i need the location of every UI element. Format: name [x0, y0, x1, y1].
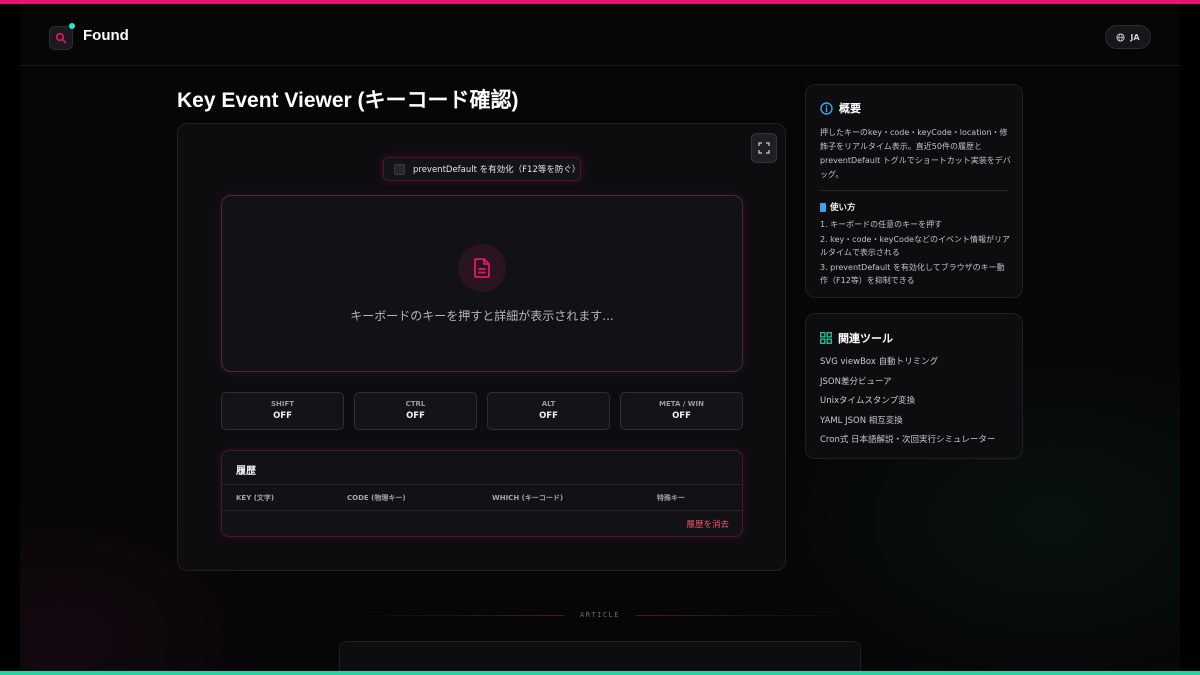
related-tool-link[interactable]: JSON差分ビューア [820, 375, 995, 395]
modifier-state: OFF [406, 411, 425, 421]
tool-card: preventDefault を有効化（F12等を防ぐ） キーボードのキーを押す… [177, 123, 786, 571]
language-label: JA [1130, 32, 1140, 42]
modifier-meta: META / WIN OFF [620, 392, 743, 430]
divider [222, 510, 742, 511]
related-tool-link[interactable]: YAML JSON 相互変換 [820, 414, 995, 434]
related-tools-card: 関連ツール SVG viewBox 自動トリミング JSON差分ビューア Uni… [805, 313, 1023, 459]
modifier-ctrl: CTRL OFF [354, 392, 477, 430]
article-divider-right [636, 615, 850, 616]
usage-step: 1. キーボードの任意のキーを押す [820, 220, 943, 229]
modifier-shift: SHIFT OFF [221, 392, 344, 430]
prevent-default-toggle[interactable]: preventDefault を有効化（F12等を防ぐ） [383, 157, 581, 181]
related-tools-title: 関連ツール [838, 332, 893, 345]
usage-step: 3. preventDefault を有効化してブラウザのキー動作（F12等）を… [820, 262, 1005, 286]
display-message: キーボードのキーを押すと詳細が表示されます... [350, 309, 614, 323]
fullscreen-icon [758, 142, 770, 154]
article-label: ARTICLE [579, 611, 620, 619]
prevent-default-label: preventDefault を有効化（F12等を防ぐ） [412, 165, 581, 175]
key-display-area[interactable]: キーボードのキーを押すと詳細が表示されます... [221, 195, 743, 372]
info-icon [820, 101, 833, 115]
related-tool-link[interactable]: SVG viewBox 自動トリミング [820, 355, 995, 375]
modifier-alt: ALT OFF [487, 392, 610, 430]
modifier-state: OFF [672, 411, 691, 421]
history-title: 履歴 [236, 466, 256, 477]
history-panel: 履歴 KEY (文字) CODE (物理キー) WHICH (キーコード) 特殊… [221, 450, 743, 537]
modifier-name: ALT [541, 400, 556, 408]
page-title: Key Event Viewer (キーコード確認) [177, 89, 519, 112]
book-icon [820, 202, 826, 212]
article-divider-left [350, 615, 564, 616]
bottom-accent-bar [0, 671, 1200, 675]
app-frame: Found JA Key Event Viewer (キーコード確認) prev… [0, 0, 1200, 675]
logo-text[interactable]: Found [83, 27, 129, 44]
logo-search-icon[interactable] [49, 26, 73, 50]
related-tool-link[interactable]: Unixタイムスタンプ変換 [820, 394, 995, 414]
modifier-name: SHIFT [270, 400, 295, 408]
fullscreen-button[interactable] [751, 133, 777, 163]
modifier-name: CTRL [405, 400, 426, 408]
history-col-code: CODE (物理キー) [347, 494, 406, 502]
usage-step: 2. key・code・keyCodeなどのイベント情報がリアルタイムで表示され… [820, 234, 1010, 258]
overview-card: 概要 押したキーのkey・code・keyCode・location・修飾子をリ… [805, 84, 1023, 298]
usage-title: 使い方 [830, 203, 856, 213]
document-icon [458, 244, 506, 292]
overview-header: 概要 [820, 100, 861, 116]
grid-icon [820, 332, 832, 344]
history-col-key: KEY (文字) [236, 494, 275, 502]
related-tool-link[interactable]: Cron式 日本語解説・次回実行シミュレーター [820, 433, 995, 453]
modifier-state: OFF [273, 411, 292, 421]
overview-text: 押したキーのkey・code・keyCode・location・修飾子をリアルタ… [820, 128, 1011, 179]
article-card [339, 641, 861, 671]
modifier-state: OFF [539, 411, 558, 421]
right-border [1180, 4, 1200, 671]
left-border [0, 4, 20, 671]
language-button[interactable]: JA [1105, 25, 1151, 49]
prevent-default-checkbox[interactable] [394, 163, 405, 175]
clear-history-button[interactable]: 履歴を消去 [686, 518, 729, 530]
history-col-which: WHICH (キーコード) [492, 494, 564, 502]
modifier-name: META / WIN [658, 400, 704, 408]
divider [222, 484, 742, 485]
related-tools-header: 関連ツール [820, 330, 893, 346]
overview-title: 概要 [839, 102, 861, 115]
logo-dot [69, 23, 75, 29]
site-header: Found JA [20, 4, 1180, 66]
history-col-special: 特殊キー [657, 494, 685, 502]
related-tools-list: SVG viewBox 自動トリミング JSON差分ビューア Unixタイムスタ… [820, 355, 995, 453]
divider [820, 190, 1008, 191]
usage-header: 使い方 [820, 201, 856, 213]
usage-list: 1. キーボードの任意のキーを押す 2. key・code・keyCodeなどの… [820, 218, 1012, 289]
globe-icon [1116, 32, 1125, 42]
